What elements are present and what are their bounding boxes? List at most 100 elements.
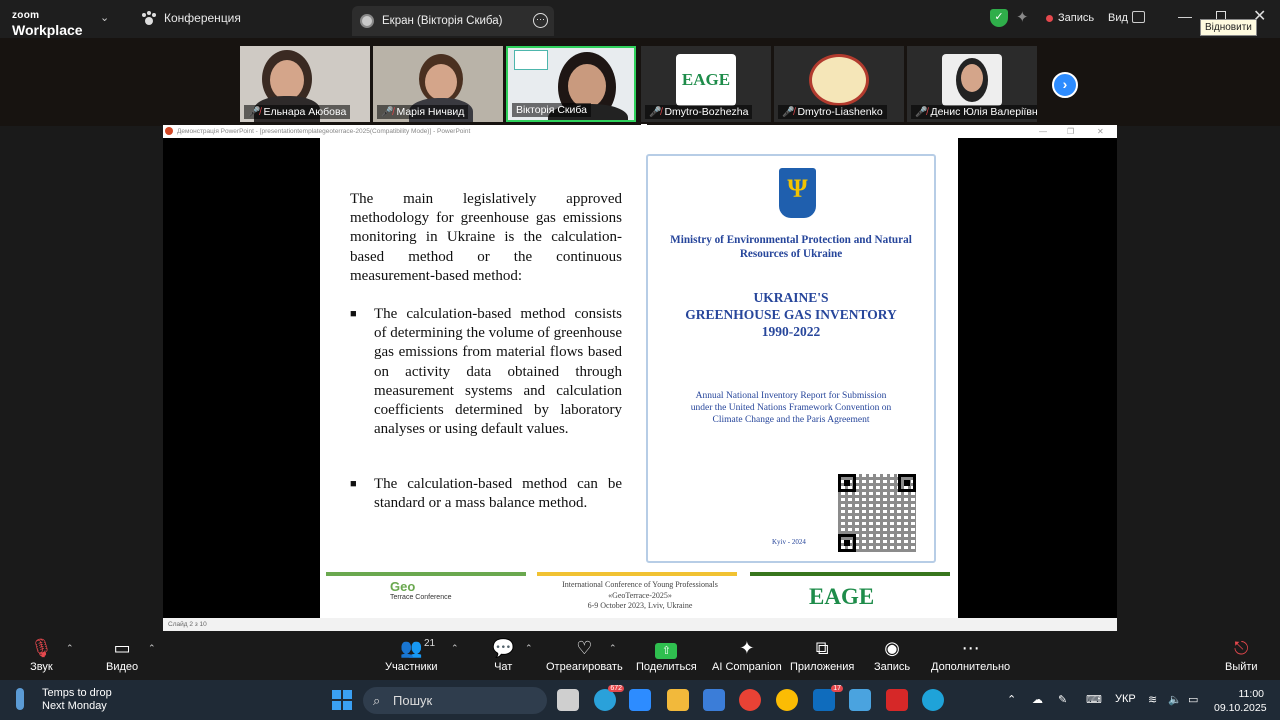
volume-icon[interactable]: 🔈: [1168, 693, 1182, 706]
participant-tile-active[interactable]: Вікторія Скиба: [506, 46, 636, 122]
footer-divider: [537, 572, 737, 576]
paw-icon: [142, 11, 156, 25]
outlook-icon[interactable]: 17: [813, 685, 843, 711]
meeting-controls: 🎙 Звук ⌃ ▭ Видео ⌃ 👥 21 Участники ⌃ 💬 Чат ⌃ ♡…: [0, 631, 1280, 680]
bullet-icon: ■: [350, 478, 357, 490]
chevron-up-icon[interactable]: ⌃: [525, 643, 533, 654]
slide-intro: The main legislatively approved methodol…: [350, 191, 622, 284]
record-button[interactable]: ◉ Запись: [874, 637, 910, 673]
battery-icon[interactable]: ▭: [1188, 693, 1198, 706]
cloud-icon[interactable]: ☁: [1032, 693, 1043, 706]
conference-tab[interactable]: Конференция: [142, 11, 241, 25]
chat-icon: 💬: [492, 638, 515, 658]
view-grid-icon[interactable]: [1132, 11, 1145, 23]
mic-off-icon: 🎤̸: [649, 106, 662, 118]
conference-logo: [514, 50, 548, 70]
shared-screen-tab[interactable]: Екран (Вікторія Скиба) ···: [352, 6, 554, 36]
minimize-icon[interactable]: —: [1178, 8, 1192, 24]
participant-tile[interactable]: 🎤̸ Dmytro-Liashenko: [774, 46, 904, 122]
mic-off-icon: 🎤̸: [248, 106, 261, 118]
bullet-item: ■ The calculation-based method consists …: [350, 306, 622, 438]
apps-button[interactable]: ⧉ Приложения: [790, 637, 854, 673]
participant-name: 🎤̸ Dmytro-Liashenko: [778, 105, 887, 119]
chevron-up-icon[interactable]: ⌃: [66, 643, 74, 654]
windows-taskbar: Temps to drop Next Monday ⌕ Пошук 672 17 …: [0, 680, 1280, 720]
participant-strip: 🎤̸ Ельнара Аюбова 🎤̸ Марія Ничвид Вікторія…: [0, 38, 1280, 126]
chevron-down-icon[interactable]: ⌄: [100, 11, 109, 24]
record-dot-icon: [1046, 14, 1053, 22]
search-icon: ⌕: [373, 693, 381, 708]
more-button[interactable]: ⋯ Дополнительно: [931, 637, 1010, 673]
audio-button[interactable]: 🎙 Звук: [30, 637, 53, 673]
close-icon[interactable]: ✕: [1097, 125, 1104, 138]
mic-off-icon: 🎤̸: [782, 106, 795, 118]
pen-icon[interactable]: ✎: [1058, 693, 1067, 706]
view-button[interactable]: Вид: [1108, 12, 1128, 24]
video-camera-icon: ▭: [113, 638, 131, 658]
chat-button[interactable]: 💬 Чат: [492, 637, 514, 673]
participant-name: 🎤̸ Марія Ничвид: [377, 105, 469, 119]
shield-check-icon[interactable]: ✓: [990, 9, 1008, 27]
participant-tile[interactable]: EAGE 🎤̸ Dmytro-Bozhezha: [641, 46, 771, 122]
wifi-icon[interactable]: ≋: [1148, 693, 1157, 706]
eage-logo: EAGE: [676, 54, 736, 106]
restore-icon[interactable]: ❐: [1067, 125, 1074, 138]
ai-companion-button[interactable]: ✦ AI Companion: [712, 637, 782, 673]
taskbar-search[interactable]: ⌕ Пошук: [363, 687, 547, 714]
avatar: [942, 54, 1002, 106]
ai-sparkle-icon: ✦: [739, 638, 755, 658]
eage-logo: EAGE: [809, 584, 875, 609]
footer-divider: [326, 572, 526, 576]
telegram-icon[interactable]: 672: [594, 685, 624, 711]
chrome-icon[interactable]: [739, 689, 761, 711]
zoom-top-bar: zoom Workplace ⌄ Конференция Екран (Вікт…: [0, 0, 1280, 38]
bullet-item: ■ The calculation-based method can be st…: [350, 476, 622, 512]
powerpoint-title-bar: Демонстрація PowerPoint - [presentationt…: [163, 125, 1117, 138]
thermometer-icon: [16, 688, 24, 710]
ai-sparkle-icon[interactable]: ✦: [1016, 8, 1029, 26]
chrome-profile-icon[interactable]: [776, 689, 798, 711]
record-indicator[interactable]: Запись: [1046, 12, 1094, 24]
video-button[interactable]: ▭ Видео: [106, 637, 138, 673]
next-participants-button[interactable]: ›: [1052, 72, 1078, 98]
participant-tile[interactable]: 🎤̸ Денис Юлія Валеріївна: [907, 46, 1037, 122]
participant-name: 🎤̸ Dmytro-Bozhezha: [645, 105, 753, 119]
leave-button[interactable]: ⎋ Выйти: [1225, 637, 1258, 673]
keyboard-icon[interactable]: ⌨: [1086, 693, 1102, 706]
file-explorer-icon[interactable]: [667, 689, 689, 711]
mic-off-icon: 🎤̸: [381, 106, 394, 118]
avatar: [360, 14, 374, 28]
windows-start-icon[interactable]: [332, 690, 352, 710]
participant-tile[interactable]: 🎤̸ Ельнара Аюбова: [240, 46, 370, 122]
powerpoint-icon: [165, 127, 173, 135]
participant-name: 🎤̸ Ельнара Аюбова: [244, 105, 351, 119]
chevron-up-icon[interactable]: ⌃: [148, 643, 156, 654]
minimize-icon[interactable]: —: [1039, 125, 1047, 138]
powerpoint-status-bar: Слайд 2 з 10: [163, 618, 1117, 631]
notepad-icon[interactable]: [703, 689, 725, 711]
taskbar-clock[interactable]: 11:00 09.10.2025: [1214, 687, 1267, 715]
participant-tile[interactable]: 🎤̸ Марія Ничвид: [373, 46, 503, 122]
zoom-logo[interactable]: zoom Workplace: [12, 6, 83, 38]
ukraine-trident-icon: Ψ: [779, 168, 816, 218]
more-icon[interactable]: ···: [533, 13, 548, 28]
slide: The main legislatively approved methodol…: [320, 138, 958, 618]
participants-button[interactable]: 👥 21 Участники: [385, 637, 438, 673]
participant-name: 🎤̸ Денис Юлія Валеріївна: [911, 105, 1037, 119]
qr-code-icon: [838, 474, 916, 552]
chevron-up-icon[interactable]: ⌃: [1007, 693, 1016, 706]
share-button[interactable]: ⇧ Поделиться: [636, 637, 697, 673]
edge-icon[interactable]: [922, 689, 944, 711]
apps-icon: ⧉: [815, 638, 829, 658]
photos-icon[interactable]: [849, 689, 871, 711]
task-view-icon[interactable]: [557, 689, 579, 711]
language-indicator[interactable]: УКР: [1115, 693, 1136, 705]
shared-screen: Демонстрація PowerPoint - [presentationt…: [163, 125, 1117, 631]
chevron-up-icon[interactable]: ⌃: [609, 643, 617, 654]
bullet-icon: ■: [350, 308, 357, 320]
zoom-app-icon[interactable]: [629, 689, 651, 711]
chevron-up-icon[interactable]: ⌃: [451, 643, 459, 654]
mic-off-icon: 🎤̸: [915, 106, 928, 118]
footer-divider: [750, 572, 950, 576]
acrobat-icon[interactable]: [886, 689, 908, 711]
